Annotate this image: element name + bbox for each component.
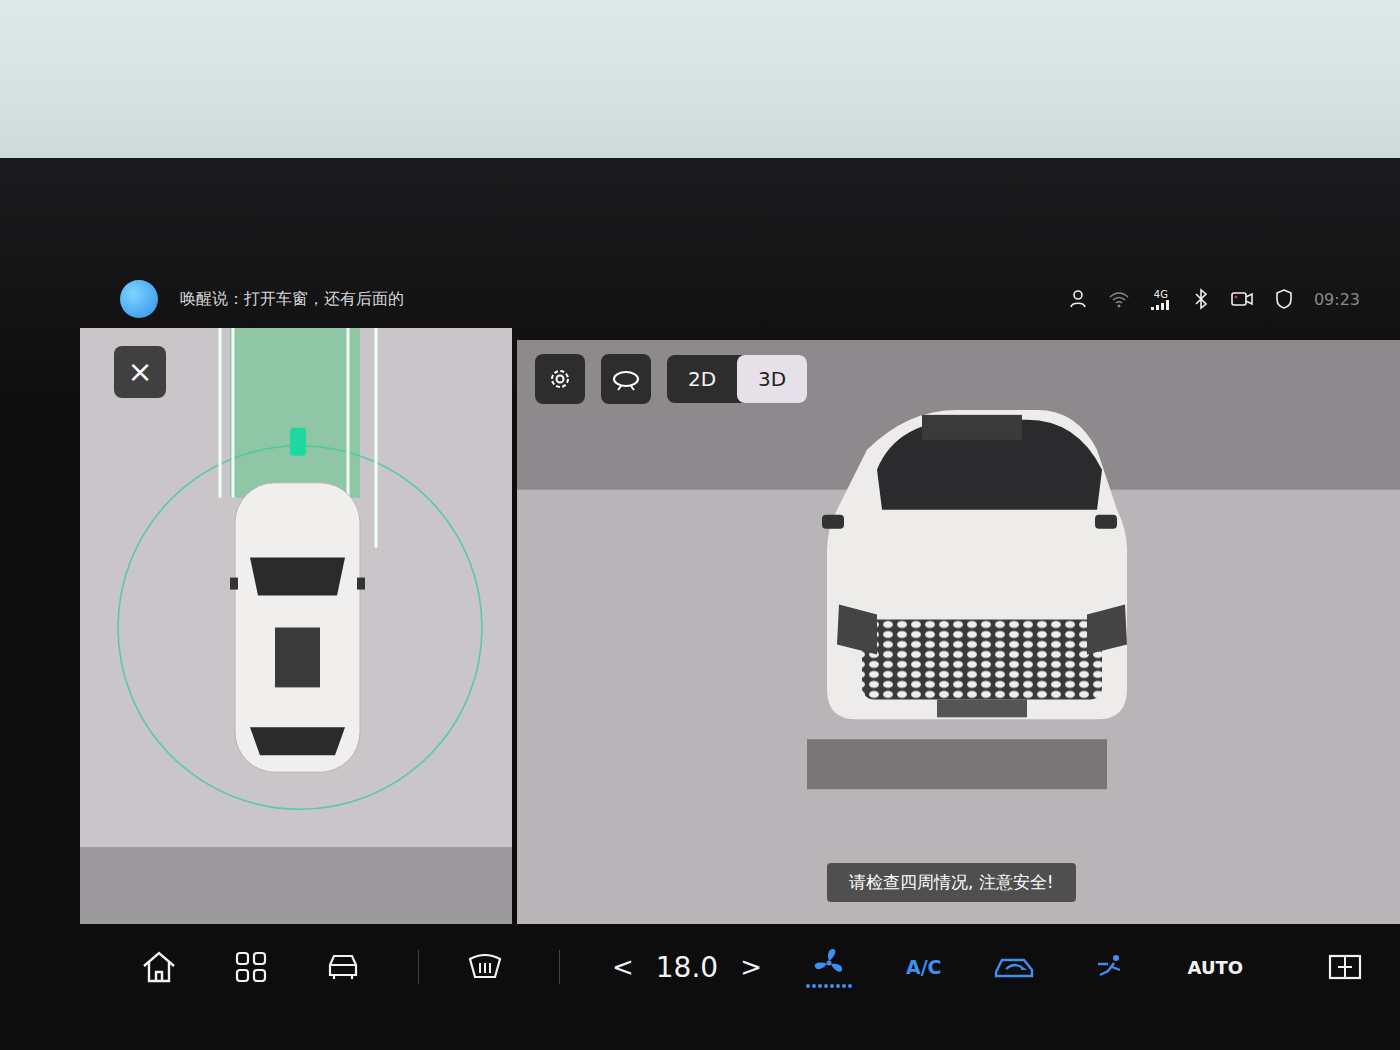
airflow-icon[interactable] bbox=[1094, 952, 1128, 982]
fan-dot bbox=[836, 984, 840, 988]
temperature-decrease[interactable]: < bbox=[608, 952, 638, 982]
split-screen-icon[interactable] bbox=[1327, 952, 1363, 982]
cellular-signal: 4G bbox=[1150, 289, 1172, 310]
home-icon[interactable] bbox=[140, 949, 178, 985]
safety-warning: 请检查四周情况, 注意安全! bbox=[827, 863, 1076, 902]
defrost-icon[interactable] bbox=[467, 951, 503, 983]
gear-icon bbox=[547, 366, 573, 392]
auto-button[interactable]: AUTO bbox=[1184, 957, 1248, 978]
wifi-icon bbox=[1108, 289, 1130, 309]
surround-view: × 2D3D 请检查四周情况, 注意安全! bbox=[0, 328, 1400, 924]
car-view-icon bbox=[611, 366, 641, 392]
screen-bezel: 唤醒说：打开车窗，还有后面的 4G 09:23 × 2D3D 请检查四周情况, 注意安全!… bbox=[0, 158, 1400, 1050]
view-toolbar: 2D3D bbox=[535, 354, 807, 404]
top-down-view: × bbox=[80, 328, 512, 924]
car-icon[interactable] bbox=[324, 951, 362, 983]
fan-button[interactable] bbox=[806, 946, 852, 988]
dock-divider bbox=[559, 950, 560, 984]
fan-dot bbox=[818, 984, 822, 988]
fan-icon bbox=[811, 946, 847, 980]
status-bar: 唤醒说：打开车窗，还有后面的 4G 09:23 bbox=[0, 270, 1400, 328]
dock-divider bbox=[418, 950, 419, 984]
status-icons: 4G 09:23 bbox=[1068, 288, 1360, 310]
temperature-value: 18.0 bbox=[656, 951, 718, 984]
clock: 09:23 bbox=[1314, 290, 1360, 309]
bottom-dock: <18.0 > A/C AUTO bbox=[0, 924, 1400, 1050]
signal-bars-icon bbox=[1150, 300, 1172, 310]
voice-assistant-icon[interactable] bbox=[120, 280, 158, 318]
voice-hint: 唤醒说：打开车窗，还有后面的 bbox=[180, 289, 404, 310]
fan-dot bbox=[824, 984, 828, 988]
view-mode-tab[interactable]: 3D bbox=[737, 355, 807, 403]
fan-dot bbox=[830, 984, 834, 988]
car-screen-photo: 唤醒说：打开车窗，还有后面的 4G 09:23 × 2D3D 请检查四周情况, 注意安全!… bbox=[0, 0, 1400, 1050]
settings-button[interactable] bbox=[535, 354, 585, 404]
recirculation-icon[interactable] bbox=[992, 952, 1038, 982]
3d-view: 2D3D 请检查四周情况, 注意安全! bbox=[517, 340, 1400, 924]
user-icon[interactable] bbox=[1068, 289, 1088, 309]
camera-icon[interactable] bbox=[1230, 290, 1254, 308]
temperature-increase[interactable]: > bbox=[736, 952, 766, 982]
apps-grid-icon[interactable] bbox=[234, 950, 268, 984]
shield-icon[interactable] bbox=[1274, 288, 1294, 310]
ac-button[interactable]: A/C bbox=[902, 956, 946, 978]
temperature-control: <18.0 > bbox=[608, 951, 766, 984]
fan-dot bbox=[812, 984, 816, 988]
fan-speed-dots bbox=[806, 984, 852, 988]
bluetooth-icon[interactable] bbox=[1192, 288, 1210, 310]
close-button[interactable]: × bbox=[114, 346, 166, 398]
3d-car-render bbox=[517, 340, 1400, 924]
car-view-button[interactable] bbox=[601, 354, 651, 404]
bird-eye-view bbox=[80, 328, 512, 924]
windshield-area bbox=[0, 0, 1400, 158]
network-label: 4G bbox=[1154, 289, 1168, 300]
fan-dot bbox=[806, 984, 810, 988]
fan-dot bbox=[848, 984, 852, 988]
fan-dot bbox=[842, 984, 846, 988]
view-mode-tab[interactable]: 2D bbox=[667, 355, 737, 403]
view-mode-toggle: 2D3D bbox=[667, 355, 807, 403]
